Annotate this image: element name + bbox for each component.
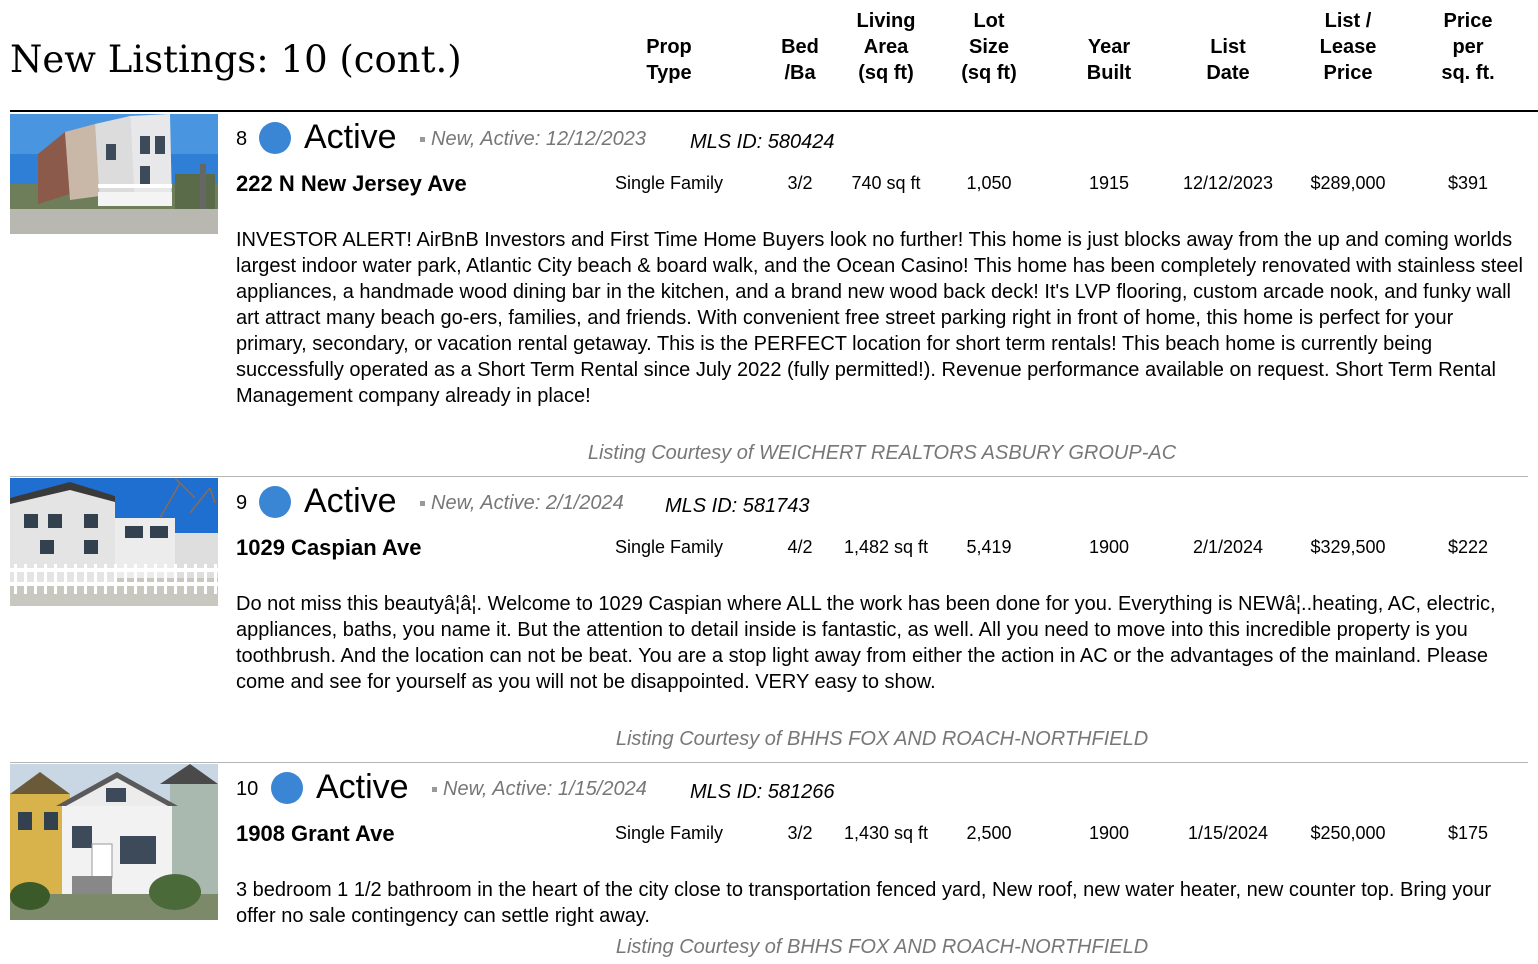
year-built: 1915	[1088, 173, 1130, 193]
year-built: 1900	[1088, 537, 1130, 557]
status-dot-icon	[259, 486, 291, 518]
bullet-icon	[420, 501, 425, 507]
listing-divider	[10, 476, 1528, 477]
bed-ba: 3/2	[787, 173, 813, 193]
list-price: $289,000	[1310, 173, 1386, 193]
listing-description: 3 bedroom 1 1/2 bathroom in the heart of…	[236, 879, 1492, 927]
column-header-list-date: List Date	[1206, 36, 1250, 84]
list-date: 2/1/2024	[1192, 537, 1264, 557]
listing-photo[interactable]	[10, 478, 218, 606]
prop-type: Single Family	[614, 537, 724, 557]
listing-status: Active	[304, 118, 397, 156]
lot-size: 1,050	[966, 173, 1012, 193]
listing-photo[interactable]	[10, 764, 218, 920]
listing-number: 9	[236, 492, 248, 514]
column-header-year-built: Year Built	[1086, 36, 1132, 84]
listing-description: Do not miss this beautyâ¦â¦. Welcome to …	[236, 593, 1496, 693]
listing-courtesy: Listing Courtesy of BHHS FOX AND ROACH-N…	[615, 728, 1149, 750]
listing-courtesy: Listing Courtesy of WEICHERT REALTORS AS…	[587, 442, 1177, 464]
lot-size: 2,500	[966, 823, 1012, 843]
listing-divider	[10, 762, 1528, 763]
listing-address[interactable]: 1029 Caspian Ave	[236, 535, 421, 561]
listing-number: 8	[236, 128, 248, 150]
mls-id: MLS ID: 581743	[665, 495, 810, 517]
listing-number: 10	[236, 778, 259, 800]
listing-courtesy: Listing Courtesy of BHHS FOX AND ROACH-N…	[615, 936, 1149, 958]
listing-address[interactable]: 1908 Grant Ave	[236, 821, 395, 847]
listing-status: Active	[316, 768, 409, 806]
price-per-sqft: $175	[1447, 823, 1489, 843]
living-area: 1,482 sq ft	[843, 537, 929, 557]
list-date: 12/12/2023	[1182, 173, 1274, 193]
list-price: $250,000	[1310, 823, 1386, 843]
lot-size: 5,419	[966, 537, 1012, 557]
listing-photo[interactable]	[10, 114, 218, 234]
new-active-tag: New, Active: 1/15/2024	[432, 778, 647, 801]
column-header-price-per-sqft: Price per sq. ft.	[1441, 10, 1495, 84]
price-per-sqft: $391	[1447, 173, 1489, 193]
page-title: New Listings: 10 (cont.)	[10, 38, 462, 81]
bed-ba: 3/2	[787, 823, 813, 843]
column-header-bed-ba: Bed/Ba	[781, 36, 819, 84]
listing-status: Active	[304, 482, 397, 520]
column-header-prop-type: Prop Type	[646, 36, 692, 84]
bullet-icon	[420, 137, 425, 143]
new-active-tag: New, Active: 2/1/2024	[420, 492, 624, 515]
prop-type: Single Family	[614, 823, 724, 843]
status-dot-icon	[271, 772, 303, 804]
bullet-icon	[432, 787, 437, 793]
list-price: $329,500	[1310, 537, 1386, 557]
list-date: 1/15/2024	[1187, 823, 1269, 843]
mls-id: MLS ID: 580424	[690, 131, 835, 153]
bed-ba: 4/2	[787, 537, 813, 557]
living-area: 740 sq ft	[851, 173, 921, 193]
column-header-lot-size: Lot Size (sq ft)	[961, 10, 1017, 84]
price-per-sqft: $222	[1447, 537, 1489, 557]
year-built: 1900	[1088, 823, 1130, 843]
listing-address[interactable]: 222 N New Jersey Ave	[236, 171, 467, 197]
column-header-list-price: List / Lease Price	[1319, 10, 1377, 84]
listing-description: INVESTOR ALERT! AirBnB Investors and Fir…	[236, 229, 1523, 407]
column-header-living-area: Living Area (sq ft)	[856, 10, 916, 84]
prop-type: Single Family	[614, 173, 724, 193]
status-dot-icon	[259, 122, 291, 154]
header-divider	[10, 110, 1538, 112]
new-active-tag: New, Active: 12/12/2023	[420, 128, 646, 151]
mls-id: MLS ID: 581266	[690, 781, 835, 803]
living-area: 1,430 sq ft	[843, 823, 929, 843]
